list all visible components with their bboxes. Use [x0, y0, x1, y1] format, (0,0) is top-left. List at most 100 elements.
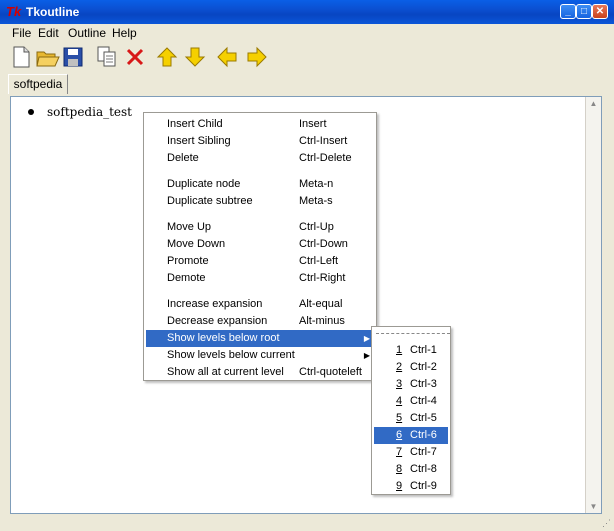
menu-item-label: Insert Sibling — [167, 135, 231, 147]
context-menu-item[interactable]: Show levels below root ▶ — [146, 330, 374, 347]
menu-item-accelerator: Alt-equal — [299, 298, 343, 310]
context-menu-item[interactable]: Show levels below current ▶ — [146, 347, 374, 364]
save-icon[interactable] — [60, 44, 86, 70]
maximize-button[interactable]: □ — [576, 4, 592, 19]
vertical-scrollbar[interactable]: ▲ ▼ — [585, 97, 601, 513]
submenu-level-item[interactable]: 2 Ctrl-2 — [374, 359, 448, 376]
node-bullet — [28, 109, 34, 115]
arrow-left-icon[interactable] — [214, 44, 240, 70]
menu-item-label: Decrease expansion — [167, 315, 268, 327]
scroll-down-arrow-icon[interactable]: ▼ — [589, 502, 598, 511]
submenu-level-item[interactable]: 1 Ctrl-1 — [374, 342, 448, 359]
menu-item-accelerator: Ctrl-4 — [410, 395, 437, 407]
menu-outline[interactable]: Outline — [68, 26, 106, 40]
menu-item-label: Demote — [167, 272, 206, 284]
menu-item-label: Duplicate node — [167, 178, 241, 190]
arrow-right-icon[interactable] — [244, 44, 270, 70]
menu-item-accelerator: Insert — [299, 118, 327, 130]
menu-item-label: Move Up — [167, 221, 212, 233]
menu-item-accelerator: Meta-s — [299, 195, 333, 207]
menu-file[interactable]: File — [12, 26, 31, 40]
outline-node[interactable]: softpedia_test — [47, 105, 132, 119]
level-number: 7 — [396, 446, 403, 458]
context-menu-item[interactable]: Move Up Ctrl-Up — [146, 219, 374, 236]
submenu-level-item[interactable]: 8 Ctrl-8 — [374, 461, 448, 478]
level-number: 6 — [396, 429, 403, 441]
context-menu-item[interactable]: Show all at current level Ctrl-quoteleft — [146, 364, 374, 381]
menu-item-accelerator: Ctrl-Left — [299, 255, 339, 267]
levels-submenu: 1 Ctrl-1 2 Ctrl-2 3 Ctrl-3 4 Ctrl-4 5 Ctrl-5 6 Ctrl… — [371, 326, 451, 495]
submenu-level-item[interactable]: 5 Ctrl-5 — [374, 410, 448, 427]
window-title: Tkoutline — [26, 5, 80, 19]
tab-softpedia[interactable]: softpedia — [8, 74, 68, 94]
level-number: 8 — [396, 463, 403, 475]
copy-icon[interactable] — [94, 44, 120, 70]
menu-item-accelerator: Ctrl-2 — [410, 361, 437, 373]
resize-grip-icon[interactable]: ⋰ — [602, 518, 611, 529]
menu-item-accelerator: Ctrl-1 — [410, 344, 437, 356]
arrow-down-icon[interactable] — [182, 44, 208, 70]
menu-item-label: Show all at current level — [167, 366, 284, 378]
menu-item-accelerator: Meta-n — [299, 178, 334, 190]
context-menu-item[interactable]: Duplicate node Meta-n — [146, 176, 374, 193]
status-bar: ⋰ — [0, 516, 614, 531]
context-menu-item[interactable]: Duplicate subtree Meta-s — [146, 193, 374, 210]
menu-item-accelerator: Ctrl-7 — [410, 446, 437, 458]
context-menu-item[interactable]: Promote Ctrl-Left — [146, 253, 374, 270]
menu-item-accelerator: Ctrl-Delete — [299, 152, 352, 164]
arrow-up-icon[interactable] — [154, 44, 180, 70]
level-number: 5 — [396, 412, 403, 424]
menu-item-label: Increase expansion — [167, 298, 263, 310]
menu-item-accelerator: Ctrl-3 — [410, 378, 437, 390]
submenu-arrow-icon: ▶ — [363, 334, 370, 343]
context-menu: Insert Child Insert Insert Sibling Ctrl-Ins… — [143, 112, 377, 381]
level-number: 9 — [396, 480, 403, 492]
menu-help[interactable]: Help — [112, 26, 137, 40]
context-menu-item[interactable]: Move Down Ctrl-Down — [146, 236, 374, 253]
minimize-button[interactable]: _ — [560, 4, 576, 19]
context-menu-item[interactable]: Delete Ctrl-Delete — [146, 150, 374, 167]
context-menu-item[interactable]: Increase expansion Alt-equal — [146, 296, 374, 313]
menu-item-label: Insert Child — [167, 118, 223, 130]
level-number: 2 — [396, 361, 403, 373]
level-number: 4 — [396, 395, 403, 407]
menu-separator — [147, 214, 373, 215]
toolbar — [4, 42, 610, 72]
menu-item-accelerator: Ctrl-Up — [299, 221, 334, 233]
menu-item-accelerator: Ctrl-quoteleft — [299, 366, 362, 378]
menu-item-accelerator: Ctrl-Down — [299, 238, 348, 250]
submenu-level-item[interactable]: 7 Ctrl-7 — [374, 444, 448, 461]
menu-item-accelerator: Ctrl-8 — [410, 463, 437, 475]
menu-separator — [147, 171, 373, 172]
menu-item-accelerator: Ctrl-Insert — [299, 135, 348, 147]
menu-item-label: Delete — [167, 152, 199, 164]
menu-item-label: Move Down — [167, 238, 226, 250]
tab-row: softpedia — [4, 72, 610, 94]
level-number: 3 — [396, 378, 403, 390]
new-file-icon[interactable] — [8, 44, 34, 70]
tk-feather-icon: Tk — [6, 4, 22, 19]
tearoff-line[interactable] — [376, 333, 450, 334]
menu-item-label: Show levels below root — [167, 332, 280, 344]
menu-edit[interactable]: Edit — [38, 26, 59, 40]
submenu-level-item[interactable]: 4 Ctrl-4 — [374, 393, 448, 410]
menu-item-accelerator: Ctrl-6 — [410, 429, 437, 441]
title-bar: Tk Tkoutline _ □ ✕ — [0, 0, 614, 24]
open-folder-icon[interactable] — [34, 44, 60, 70]
delete-x-icon[interactable] — [122, 44, 148, 70]
menu-item-accelerator: Ctrl-9 — [410, 480, 437, 492]
menu-item-label: Promote — [167, 255, 209, 267]
close-button[interactable]: ✕ — [592, 4, 608, 19]
submenu-level-item[interactable]: 9 Ctrl-9 — [374, 478, 448, 495]
context-menu-item[interactable]: Insert Child Insert — [146, 116, 374, 133]
submenu-level-item[interactable]: 6 Ctrl-6 — [374, 427, 448, 444]
menu-item-accelerator: Ctrl-5 — [410, 412, 437, 424]
submenu-level-item[interactable]: 3 Ctrl-3 — [374, 376, 448, 393]
menu-item-accelerator: Ctrl-Right — [299, 272, 346, 284]
context-menu-item[interactable]: Decrease expansion Alt-minus — [146, 313, 374, 330]
scroll-up-arrow-icon[interactable]: ▲ — [589, 99, 598, 108]
context-menu-item[interactable]: Insert Sibling Ctrl-Insert — [146, 133, 374, 150]
context-menu-item[interactable]: Demote Ctrl-Right — [146, 270, 374, 287]
menu-item-label: Duplicate subtree — [167, 195, 253, 207]
submenu-arrow-icon: ▶ — [363, 351, 370, 360]
